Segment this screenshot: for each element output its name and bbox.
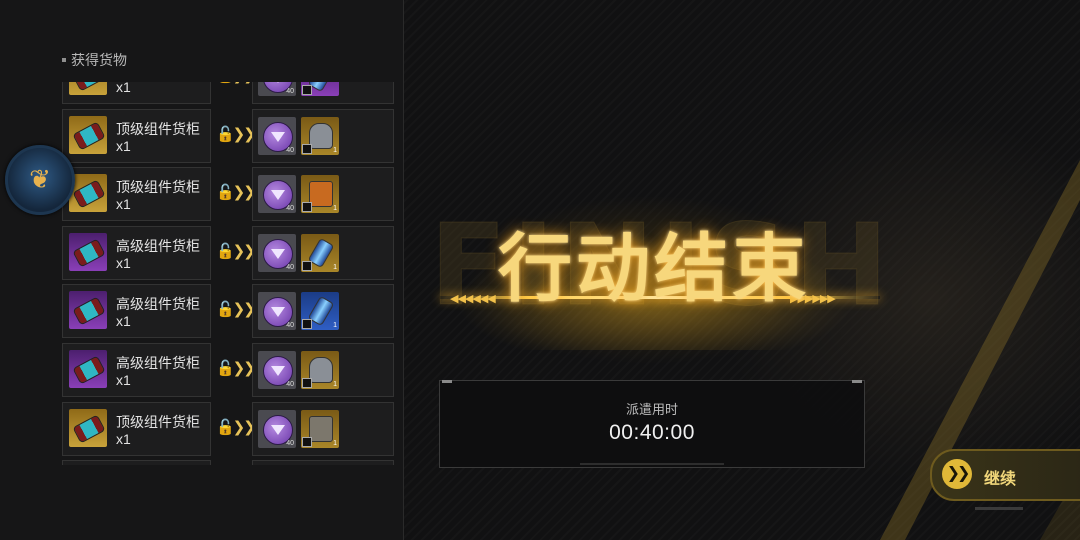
- cargo-row: x1 🔓❯❯ 40: [62, 82, 394, 104]
- mission-complete-title: 行动结束: [498, 226, 810, 312]
- cargo-row: 顶级组件货柜 x1 🔓❯❯ 40 1: [62, 401, 394, 456]
- cargo-container-icon: [69, 408, 107, 447]
- cargo-row: 高级组件货柜 x1 🔓❯❯ 40 1: [62, 225, 394, 280]
- reward-component-icon: 1: [301, 175, 339, 214]
- reward-token-icon: 40: [258, 82, 296, 96]
- reward-token-icon: 40: [258, 292, 296, 331]
- reward-component-qty: 1: [333, 439, 337, 447]
- cargo-rows: x1 🔓❯❯ 40 顶级组件货柜 x1 🔓❯❯ 40 1: [62, 82, 394, 465]
- unlock-arrow-icon: 🔓❯❯: [216, 125, 256, 143]
- cargo-row: 高级组件货柜 x1 🔓❯❯ 40 1: [62, 342, 394, 397]
- cargo-panel: 获得货物 x1 🔓❯❯ 40 顶级组件货柜 x1 🔓❯❯ 40: [0, 0, 404, 540]
- corner-mark: [442, 380, 452, 383]
- cargo-item-name: 顶级组件货柜: [116, 120, 200, 137]
- cargo-row: 顶级组件货柜 x1 🔓❯❯ 40 1: [62, 167, 394, 222]
- cargo-list[interactable]: x1 🔓❯❯ 40 顶级组件货柜 x1 🔓❯❯ 40 1: [62, 82, 402, 465]
- phoenix-icon: ❦: [29, 164, 51, 194]
- cargo-item-name: 高级组件货柜: [116, 296, 200, 313]
- reward-component-icon: [301, 82, 339, 96]
- cargo-item-card[interactable]: 顶级组件货柜 x1: [62, 167, 211, 222]
- continue-button[interactable]: ❯❯ 继续: [930, 449, 1080, 501]
- unlock-arrow-icon: 🔓❯❯: [216, 359, 256, 377]
- reward-token-count: 40: [286, 146, 294, 154]
- cargo-item-card[interactable]: 高级组件货柜 x1: [62, 225, 211, 280]
- cargo-item-card[interactable]: 顶级组件货柜 x1: [62, 401, 211, 456]
- cargo-item-name: 高级组件货柜: [116, 354, 200, 371]
- cargo-item-card[interactable]: 高级组件货柜 x1: [62, 284, 211, 339]
- reward-token-count: 40: [286, 263, 294, 271]
- reward-component-qty: 1: [333, 205, 337, 213]
- cargo-item-name: 顶级组件货柜: [116, 413, 200, 430]
- cargo-container-icon: [69, 291, 107, 330]
- reward-component-qty: 1: [333, 380, 337, 388]
- unlock-arrow-icon: 🔓❯❯: [216, 301, 256, 319]
- cargo-item-card[interactable]: 高级组件货柜 x1: [62, 342, 211, 397]
- reward-card: [252, 460, 394, 465]
- cargo-item-qty: x1: [116, 430, 131, 447]
- reward-card[interactable]: 40 1: [252, 401, 394, 456]
- panel-footer-line: [580, 463, 724, 465]
- unlock-arrow-icon: 🔓❯❯: [216, 242, 256, 260]
- cargo-item-qty: x1: [116, 313, 131, 330]
- reward-card[interactable]: 40 1: [252, 284, 394, 339]
- reward-token-icon: 40: [258, 233, 296, 272]
- reward-component-qty: 1: [333, 322, 337, 330]
- cargo-container-icon: [69, 82, 107, 95]
- unlock-arrow-icon: 🔓❯❯: [216, 82, 256, 86]
- cargo-item-qty: x1: [116, 254, 131, 271]
- cargo-header: 获得货物: [62, 50, 127, 70]
- cargo-item-qty: x1: [116, 137, 131, 154]
- chevron-left-deco-icon: ◀◀◀◀◀◀: [450, 293, 496, 305]
- double-chevron-right-icon: ❯❯: [942, 459, 972, 489]
- dispatch-label: 派遣用时: [625, 402, 678, 417]
- reward-component-qty: 1: [333, 263, 337, 271]
- cargo-item-qty: x1: [116, 371, 131, 388]
- reward-component-icon: 1: [301, 292, 339, 331]
- reward-component-icon: 1: [301, 233, 339, 272]
- reward-token-count: 40: [286, 380, 294, 388]
- cargo-row-partial: [62, 460, 394, 465]
- reward-token-icon: 40: [258, 116, 296, 155]
- reward-card[interactable]: 40 1: [252, 167, 394, 222]
- cargo-container-icon: [69, 349, 107, 388]
- dispatch-time-panel: 派遣用时 00:40:00: [439, 380, 865, 468]
- reward-token-icon: 40: [258, 409, 296, 448]
- reward-token-count: 40: [286, 322, 294, 330]
- cargo-item-name: 顶级组件货柜: [116, 179, 200, 196]
- cargo-item-name: 高级组件货柜: [116, 237, 200, 254]
- reward-component-qty: 1: [333, 146, 337, 154]
- cargo-item-card: [62, 460, 211, 465]
- cargo-item-qty: x1: [116, 82, 131, 95]
- unlock-arrow-icon: 🔓❯❯: [216, 184, 256, 202]
- cargo-item-qty: x1: [116, 196, 131, 213]
- reward-token-count: 40: [286, 88, 294, 95]
- continue-underline: [975, 507, 1023, 510]
- reward-token-count: 40: [286, 439, 294, 447]
- dispatch-time-value: 00:40:00: [609, 421, 695, 444]
- reward-card[interactable]: 40: [252, 82, 394, 104]
- cargo-item-card[interactable]: 顶级组件货柜 x1: [62, 108, 211, 163]
- cargo-row: 顶级组件货柜 x1 🔓❯❯ 40 1: [62, 108, 394, 163]
- cargo-container-icon: [69, 115, 107, 154]
- cargo-header-label: 获得货物: [71, 52, 127, 68]
- character-avatar[interactable]: ❦: [5, 145, 75, 215]
- reward-component-icon: 1: [301, 116, 339, 155]
- corner-mark: [852, 380, 862, 383]
- cargo-container-icon: [69, 232, 107, 271]
- reward-component-icon: 1: [301, 350, 339, 389]
- reward-component-icon: 1: [301, 409, 339, 448]
- bullet-icon: [62, 58, 66, 62]
- reward-card[interactable]: 40 1: [252, 225, 394, 280]
- reward-token-count: 40: [286, 205, 294, 213]
- reward-token-icon: 40: [258, 175, 296, 214]
- reward-card[interactable]: 40 1: [252, 108, 394, 163]
- unlock-arrow-icon: 🔓❯❯: [216, 418, 256, 436]
- reward-card[interactable]: 40 1: [252, 342, 394, 397]
- cargo-row: 高级组件货柜 x1 🔓❯❯ 40 1: [62, 284, 394, 339]
- reward-token-icon: 40: [258, 350, 296, 389]
- continue-label: 继续: [984, 471, 1017, 488]
- cargo-item-card[interactable]: x1: [62, 82, 211, 104]
